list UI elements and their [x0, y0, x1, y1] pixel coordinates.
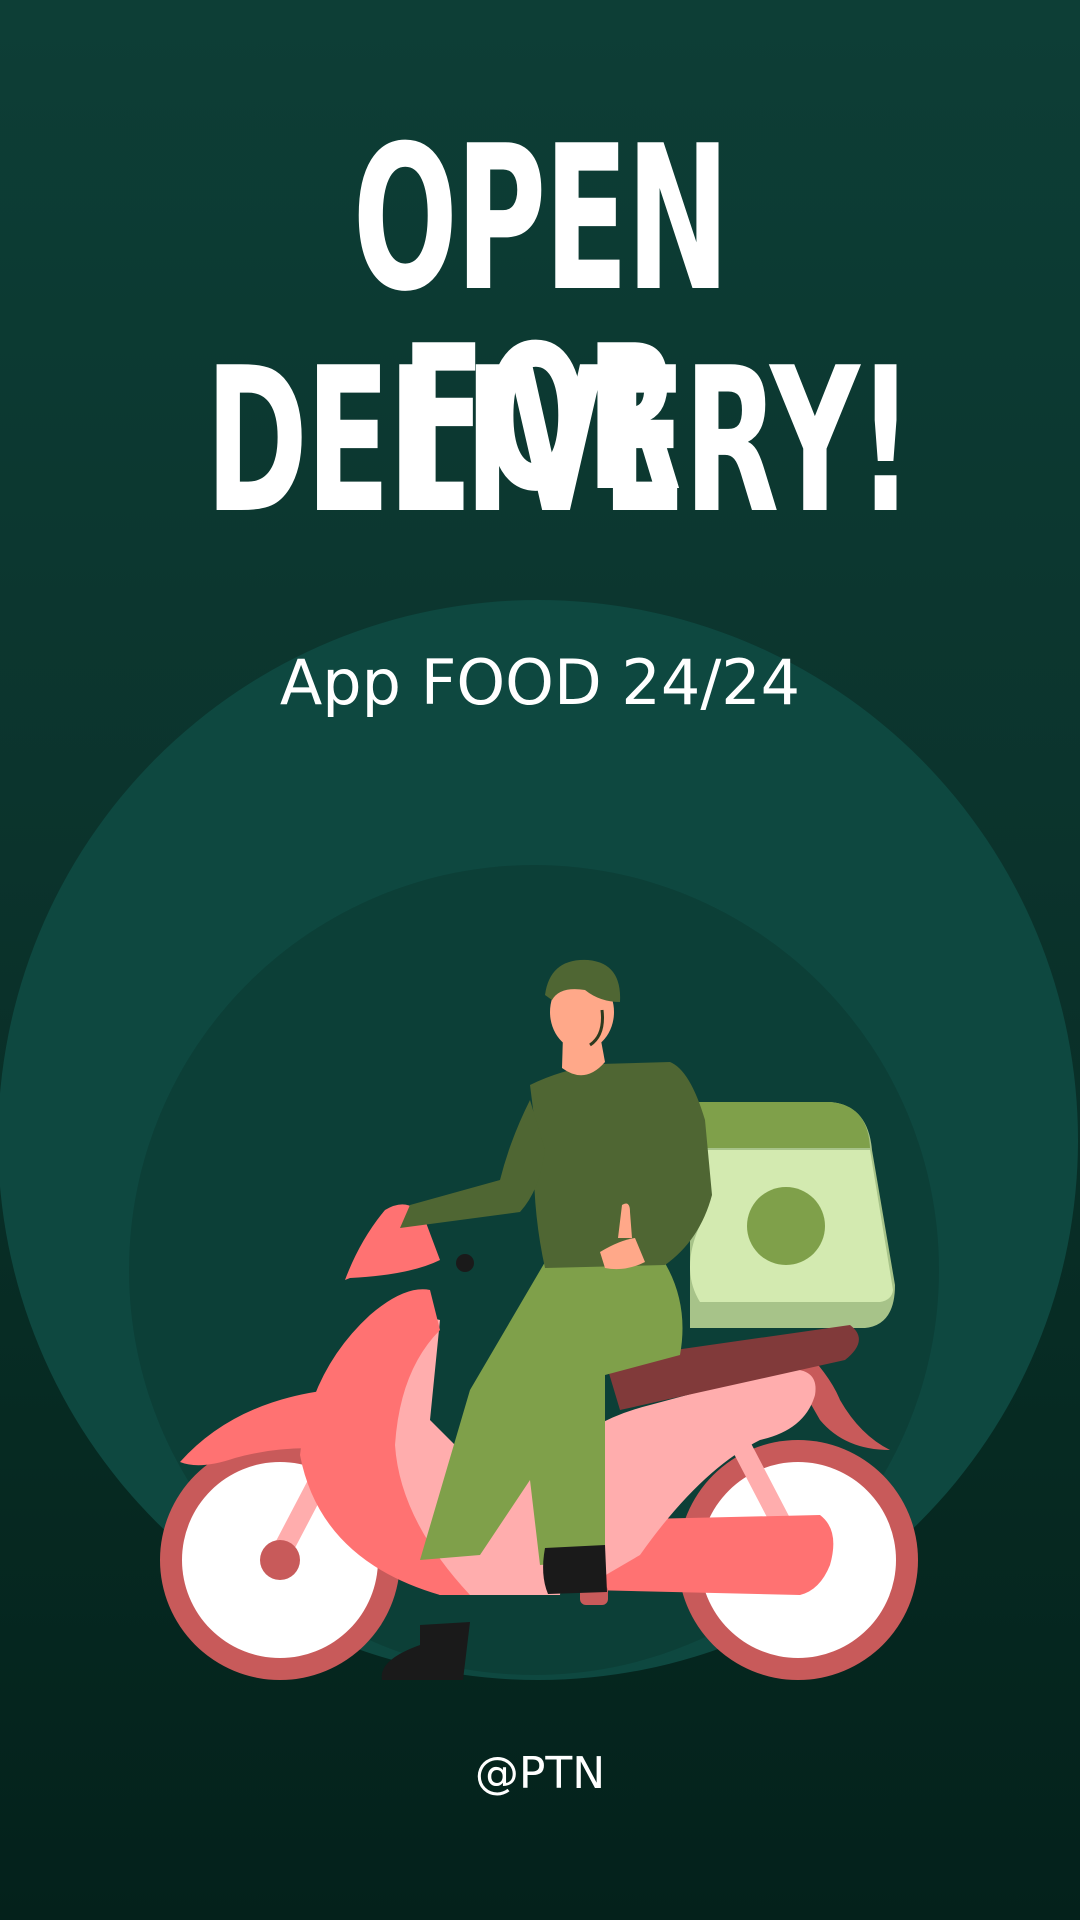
delivery-box-icon	[690, 1102, 895, 1328]
account-handle: @PTN	[474, 1748, 606, 1799]
delivery-scooter-illustration	[160, 959, 918, 1680]
